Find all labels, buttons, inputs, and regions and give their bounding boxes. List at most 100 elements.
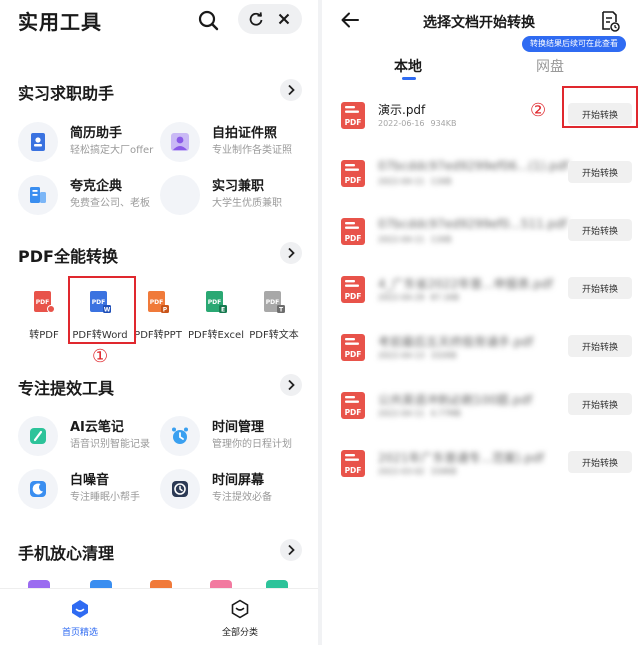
section-more-focus-button[interactable] (280, 374, 302, 396)
file-size: 11KB (430, 235, 452, 244)
pdf-file-icon: PDF (340, 217, 366, 247)
nav-label: 首页精选 (61, 628, 98, 638)
file-date: 2022-04-11 (378, 177, 425, 186)
tool-id-photo[interactable]: 自拍证件照 专业制作各类证照 (160, 118, 300, 162)
page-title: 实用工具 (18, 10, 102, 34)
tool-part-time[interactable]: 实习兼职 大学生优质兼职 (160, 171, 300, 215)
file-meta: 2022-04-11 11KB (378, 235, 451, 244)
id-photo-icon (160, 122, 200, 162)
tool-white-noise[interactable]: 白噪音 专注睡眠小帮手 (18, 465, 158, 509)
tool-desc: 专注睡眠小帮手 (70, 492, 140, 503)
file-size: 934KB (430, 119, 457, 128)
start-convert-button[interactable]: 开始转换 (568, 335, 632, 357)
file-date: 2022-04-11 (378, 409, 425, 418)
bottom-nav: 首页精选 全部分类 (0, 588, 318, 645)
tool-desc: 大学生优质兼职 (212, 198, 282, 209)
file-size: 87.1KB (430, 293, 460, 302)
close-icon[interactable] (276, 11, 292, 27)
file-row[interactable]: PDF 4_广东省2022年普...申报表.pdf 2022-04-29 87.1… (322, 271, 640, 311)
file-size: 4.77MB (430, 409, 461, 418)
conversion-record-icon[interactable] (600, 10, 620, 32)
tool-desc: 免费查公司、老板 (70, 198, 150, 209)
section-more-clean-button[interactable] (280, 539, 302, 561)
svg-text:PDF: PDF (345, 466, 362, 475)
file-date: 2022-04-13 (378, 351, 425, 360)
annotation-box-1 (68, 276, 136, 344)
nav-categories[interactable]: 全部分类 (200, 597, 280, 643)
pdf-file-icon: PDF (340, 101, 366, 131)
tool-ai-note[interactable]: AI云笔记 语音识别智能记录 (18, 412, 158, 456)
file-row[interactable]: PDF 考前最后五天终极背诵手.pdf 2022-04-13 332KB 开始转换 (322, 329, 640, 369)
file-row[interactable]: PDF 公共英语冲刺必刷100题.pdf 2022-04-11 4.77MB 开始… (322, 387, 640, 427)
svg-text:PDF: PDF (266, 299, 279, 306)
file-row[interactable]: PDF 07bcddc97ed9299ef06...(1).pdf 2022-0… (322, 155, 640, 195)
all-categories-icon (230, 599, 250, 619)
section-more-job-button[interactable] (280, 79, 302, 101)
file-name: 07bcddc97ed9299ef06...(1).pdf (378, 159, 569, 173)
svg-text:E: E (221, 307, 225, 314)
file-meta: 2022-03-02 334KB (378, 467, 457, 476)
svg-text:PDF: PDF (345, 408, 362, 417)
tool-name: 自拍证件照 (212, 126, 278, 141)
file-date: 2022-03-02 (378, 467, 425, 476)
tooltip: 转换结果后续可在此查看 (522, 36, 626, 52)
file-date: 2022-04-29 (378, 293, 425, 302)
tool-name: 夸克企典 (70, 179, 123, 194)
tool-time-management[interactable]: 时间管理 管理你的日程计划 (160, 412, 300, 456)
back-arrow-icon[interactable] (340, 10, 360, 30)
start-convert-button[interactable]: 开始转换 (568, 451, 632, 473)
part-time-icon (160, 175, 200, 215)
convert-panel: 选择文档开始转换 转换结果后续可在此查看 本地 网盘 PDF 演示.pdf 20… (322, 0, 640, 645)
svg-text:PDF: PDF (36, 299, 49, 306)
svg-text:PDF: PDF (150, 299, 163, 306)
file-name: 4_广东省2022年普...申报表.pdf (378, 277, 553, 291)
start-convert-button[interactable]: 开始转换 (568, 161, 632, 183)
refresh-icon[interactable] (248, 11, 264, 27)
start-convert-button[interactable]: 开始转换 (568, 393, 632, 415)
tool-name: AI云笔记 (70, 420, 124, 435)
file-name: 考前最后五天终极背诵手.pdf (378, 335, 534, 349)
tool-enterprise[interactable]: 夸克企典 免费查公司、老板 (18, 171, 158, 215)
tool-desc: 专注提效必备 (212, 492, 272, 503)
file-name: 公共英语冲刺必刷100题.pdf (378, 393, 533, 407)
pdf-to-text-icon: PDF T (262, 290, 286, 314)
file-meta: 2022-04-29 87.1KB (378, 293, 459, 302)
annotation-number-1: ① (92, 346, 109, 367)
file-row[interactable]: PDF 2021年广东普通专...范案).pdf 2022-03-02 334KB… (322, 445, 640, 485)
section-title-focus: 专注提效工具 (18, 379, 115, 398)
pdf-file-icon: PDF (340, 275, 366, 305)
svg-text:P: P (163, 307, 168, 314)
file-date: 2022-04-11 (378, 235, 425, 244)
file-size: 332KB (430, 351, 457, 360)
enterprise-icon (18, 175, 58, 215)
nav-home[interactable]: 首页精选 (40, 597, 120, 643)
svg-text:PDF: PDF (345, 350, 362, 359)
nav-label: 全部分类 (221, 628, 258, 638)
tab-cloud[interactable]: 网盘 (536, 56, 564, 76)
tool-resume[interactable]: 简历助手 轻松搞定大厂offer (18, 118, 158, 162)
pdf-to-ppt-icon: PDF P (146, 290, 170, 314)
start-convert-button[interactable]: 开始转换 (568, 219, 632, 241)
file-meta: 2022-04-11 11KB (378, 177, 451, 186)
tool-time-screen[interactable]: 时间屏幕 专注提效必备 (160, 465, 300, 509)
tool-pdf-to-text[interactable]: PDF T PDF转文本 (246, 286, 306, 342)
tool-desc: 专业制作各类证照 (212, 145, 292, 156)
tool-name: 时间屏幕 (212, 473, 265, 488)
section-title-clean: 手机放心清理 (18, 544, 115, 563)
mini-program-capsule (238, 4, 302, 34)
tool-desc: 轻松搞定大厂offer (70, 145, 154, 156)
home-featured-icon (70, 599, 90, 619)
pdf-to-excel-icon: PDF E (204, 290, 228, 314)
section-title-pdf: PDF全能转换 (18, 247, 118, 266)
tool-label: PDF转文本 (249, 330, 299, 341)
pdf-file-icon: PDF (340, 333, 366, 363)
start-convert-button[interactable]: 开始转换 (568, 277, 632, 299)
section-more-pdf-button[interactable] (280, 242, 302, 264)
file-row[interactable]: PDF 07bcddc97ed9299ef0...511.pdf 2022-04… (322, 213, 640, 253)
tool-name: 简历助手 (70, 126, 123, 141)
tool-desc: 管理你的日程计划 (212, 439, 292, 450)
tool-desc: 语音识别智能记录 (70, 439, 150, 450)
resume-icon (18, 122, 58, 162)
search-icon[interactable] (196, 8, 222, 34)
tab-local[interactable]: 本地 (394, 56, 422, 76)
